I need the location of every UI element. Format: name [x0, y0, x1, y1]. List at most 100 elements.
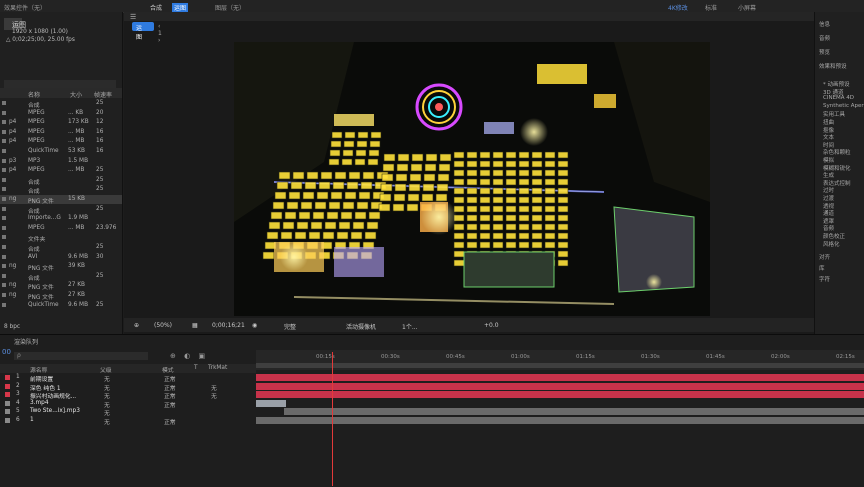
- label-color-swatch[interactable]: [2, 149, 6, 153]
- col-parent[interactable]: 父级: [100, 365, 112, 374]
- layer-duration-bar[interactable]: [284, 408, 864, 416]
- layer-parent[interactable]: 无: [104, 417, 110, 426]
- layer-label-color[interactable]: [5, 375, 10, 380]
- label-color-swatch[interactable]: [2, 245, 6, 249]
- layer-label-color[interactable]: [5, 400, 10, 406]
- layer-duration-bar[interactable]: [256, 374, 864, 381]
- project-item[interactable]: AVI 9.6 MB 30: [0, 253, 122, 262]
- label-color-swatch[interactable]: [2, 110, 6, 115]
- col-size[interactable]: 大小: [70, 90, 82, 99]
- timecode[interactable]: 0;00;16;21: [212, 322, 245, 329]
- col-trkmat[interactable]: TrkMat: [208, 365, 227, 371]
- label-color-swatch[interactable]: [2, 177, 6, 182]
- zoom-select[interactable]: (50%): [154, 322, 172, 329]
- effect-category[interactable]: 风格化: [823, 240, 840, 248]
- project-item[interactable]: 合成 25: [0, 205, 122, 215]
- views-select[interactable]: 1个...: [402, 322, 418, 331]
- layer-duration-bar[interactable]: [256, 382, 864, 390]
- magnify-icon[interactable]: ⊕: [134, 322, 139, 329]
- project-item[interactable]: ng PNG 文件 27 KB: [0, 281, 122, 291]
- effect-controls-tab[interactable]: 效果控件（无）: [4, 3, 46, 12]
- project-item[interactable]: 合成 25: [0, 99, 122, 109]
- label-color-swatch[interactable]: [2, 158, 6, 163]
- col-rate[interactable]: 帧速率: [94, 90, 112, 99]
- label-color-swatch[interactable]: [2, 254, 6, 259]
- label-color-swatch[interactable]: [2, 197, 6, 201]
- label-color-swatch[interactable]: [2, 302, 6, 307]
- col-t[interactable]: T: [194, 365, 198, 371]
- exposure-value[interactable]: +0.0: [484, 322, 499, 329]
- label-color-swatch[interactable]: [2, 120, 6, 125]
- project-item[interactable]: p4 MPEG ... MB 25: [0, 166, 122, 175]
- layer-label-color[interactable]: [5, 409, 10, 415]
- graph-editor-icon[interactable]: ▣: [198, 352, 205, 360]
- breadcrumb-nav[interactable]: ‹ 1 ›: [158, 23, 162, 44]
- project-item[interactable]: 合成 25: [0, 243, 122, 253]
- workspace-small[interactable]: 小屏幕: [738, 3, 756, 12]
- project-item[interactable]: QuickTime 9.6 MB 25: [0, 301, 122, 310]
- motion-blur-icon[interactable]: ◐: [184, 352, 190, 360]
- col-name[interactable]: 名称: [28, 90, 40, 99]
- project-item[interactable]: 合成 25: [0, 272, 122, 282]
- project-item[interactable]: QuickTime 53 KB 16: [0, 147, 122, 156]
- composition-canvas[interactable]: [234, 42, 710, 316]
- comp-tab-b[interactable]: 运图: [172, 3, 189, 12]
- project-item[interactable]: p4 MPEG 173 KB 12: [0, 118, 122, 127]
- project-item[interactable]: 合成 25: [0, 185, 122, 195]
- right-panel-tab[interactable]: 音频: [819, 34, 830, 42]
- viewer-menu-icon[interactable]: ☰: [130, 13, 136, 21]
- workspace-4k[interactable]: 4K修改: [668, 3, 688, 12]
- layer-row[interactable]: 4 3.mp4 无正常: [0, 400, 256, 409]
- project-item[interactable]: MPEG ... MB 23.976: [0, 224, 122, 233]
- project-item[interactable]: 合成 25: [0, 176, 122, 186]
- project-item[interactable]: ng PNG 文件 39 KB: [0, 262, 122, 272]
- time-ruler[interactable]: 00:15s 00:30s 00:45s 01:00s 01:15s 01:30s 01:4…: [256, 350, 864, 370]
- timeline-search[interactable]: ρ: [14, 352, 148, 360]
- label-color-swatch[interactable]: [2, 235, 6, 240]
- project-item[interactable]: MPEG ... KB 20: [0, 109, 122, 118]
- grid-icon[interactable]: ▦: [192, 322, 198, 329]
- layer-row[interactable]: 2 深色 纯色 1 无正常无: [0, 383, 256, 392]
- layer-mode[interactable]: 正常: [164, 417, 176, 426]
- right-panel-bottom-tab[interactable]: 库: [819, 264, 825, 272]
- effect-category[interactable]: Synthetic Aperture: [823, 103, 864, 109]
- comp-tab-a[interactable]: 合成: [150, 3, 162, 12]
- workspace-standard[interactable]: 标准: [705, 3, 717, 12]
- timeline-timecode[interactable]: 00: [2, 348, 11, 356]
- project-item[interactable]: ng PNG 文件 27 KB: [0, 291, 122, 301]
- project-item[interactable]: 文件夹: [0, 233, 122, 243]
- layer-row[interactable]: 1 前期设置无正常: [0, 374, 256, 383]
- label-color-swatch[interactable]: [2, 206, 6, 211]
- layer-label-color[interactable]: [5, 418, 10, 423]
- project-item[interactable]: ng PNG 文件 15 KB: [0, 195, 122, 205]
- layer-tab[interactable]: 图层（无）: [215, 3, 245, 12]
- label-color-swatch[interactable]: [2, 225, 6, 230]
- label-color-swatch[interactable]: [2, 273, 6, 278]
- bpc-indicator[interactable]: 8 bpc: [4, 324, 20, 330]
- label-color-swatch[interactable]: [2, 168, 6, 173]
- work-area-bar[interactable]: [256, 363, 864, 368]
- layer-duration-bar[interactable]: [256, 417, 864, 424]
- label-color-swatch[interactable]: [2, 293, 6, 297]
- label-color-swatch[interactable]: [2, 264, 6, 269]
- label-color-swatch[interactable]: [2, 216, 6, 221]
- render-queue-tab[interactable]: 渲染队列: [14, 337, 38, 346]
- right-panel-tab[interactable]: 信息: [819, 20, 830, 28]
- layer-label-color[interactable]: [5, 383, 10, 389]
- layer-row[interactable]: 3 振兴村动画规化... 无正常无: [0, 391, 256, 400]
- col-mode[interactable]: 模式: [162, 365, 174, 374]
- right-panel-bottom-tab[interactable]: 对齐: [819, 253, 830, 261]
- snapshot-icon[interactable]: ◉: [252, 322, 257, 329]
- layer-duration-bar[interactable]: [256, 399, 286, 407]
- shy-icon[interactable]: ⊕: [170, 352, 176, 360]
- label-color-swatch[interactable]: [2, 129, 6, 134]
- right-panel-tab[interactable]: 预览: [819, 48, 830, 56]
- right-panel-tab[interactable]: 效果和预设: [819, 62, 847, 70]
- project-item[interactable]: p4 MPEG ... MB 16: [0, 128, 122, 137]
- label-color-swatch[interactable]: [2, 101, 6, 105]
- layer-row[interactable]: 6 1 无 正常: [0, 417, 256, 426]
- col-source-name[interactable]: 源名称: [30, 365, 47, 374]
- quality-select[interactable]: 完整: [284, 322, 296, 331]
- label-color-swatch[interactable]: [2, 187, 6, 192]
- playhead[interactable]: [332, 352, 333, 486]
